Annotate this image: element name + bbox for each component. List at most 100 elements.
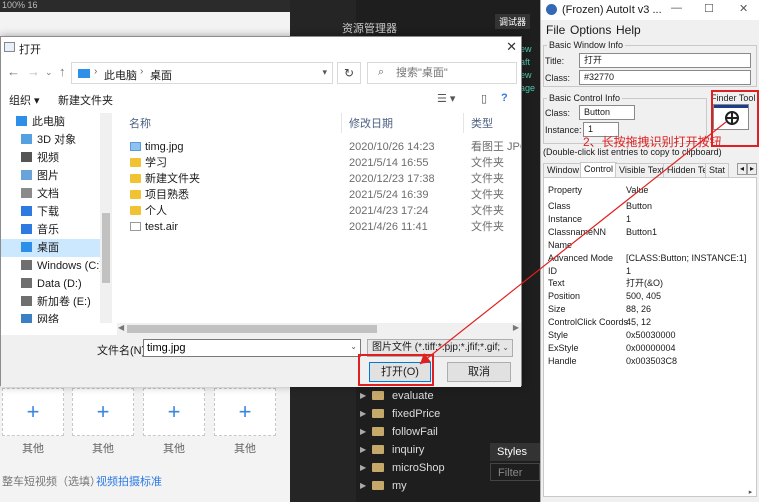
menu-help[interactable]: Help <box>616 23 641 37</box>
scroll-right-icon[interactable]: ▶ <box>513 323 519 332</box>
nav-item[interactable]: Windows (C:) <box>1 257 105 275</box>
filename-input[interactable] <box>147 341 343 355</box>
property-row[interactable]: Class Button <box>544 200 754 213</box>
tree-folder[interactable]: ▶ inquiry <box>360 441 424 459</box>
property-row[interactable]: Name <box>544 239 754 252</box>
hscroll-thumb[interactable] <box>127 325 377 333</box>
nav-scroll-thumb[interactable] <box>102 213 110 283</box>
refresh-button[interactable]: ↻ <box>337 62 361 84</box>
nav-item[interactable]: 视频 <box>1 149 105 167</box>
cancel-button[interactable]: 取消 <box>447 362 511 382</box>
tree-folder[interactable]: ▶ microShop <box>360 459 445 477</box>
tab-stat[interactable]: Stat <box>705 163 730 177</box>
tab-scroller[interactable]: ◂ ▸ <box>737 163 757 175</box>
menu-file[interactable]: File <box>546 23 565 37</box>
list-scroll-right-icon[interactable]: ▸ <box>744 488 756 496</box>
styles-filter-input[interactable]: Filter <box>490 463 540 481</box>
organize-menu[interactable]: 组织 ▾ <box>9 92 40 108</box>
tree-folder[interactable]: ▶ my <box>360 477 407 495</box>
property-header[interactable]: Property <box>548 184 582 197</box>
tree-folder[interactable]: ▶ followFail <box>360 423 438 441</box>
property-row[interactable]: Size 88, 26 <box>544 303 754 316</box>
styles-tab[interactable]: Styles <box>490 443 540 461</box>
class-value-field[interactable]: #32770 <box>579 70 751 85</box>
column-header-date[interactable]: 修改日期 <box>349 115 393 131</box>
back-arrow-icon[interactable]: ← <box>7 64 20 79</box>
chevron-down-icon[interactable]: ▾ <box>322 67 327 78</box>
search-input[interactable] <box>396 65 511 81</box>
nav-item[interactable]: 图片 <box>1 167 105 185</box>
view-options-icon[interactable]: ☰ ▾ <box>437 92 455 105</box>
upload-tile[interactable]: + <box>2 388 64 436</box>
property-row[interactable]: Advanced Mode [CLASS:Button; INSTANCE:1] <box>544 252 754 265</box>
search-box[interactable]: ⌕ <box>367 62 517 84</box>
property-row[interactable]: ClassnameNN Button1 <box>544 226 754 239</box>
tab-left-icon[interactable]: ◂ <box>737 163 747 175</box>
nav-item[interactable]: 网络 <box>1 311 105 323</box>
tree-folder[interactable]: ▶ evaluate <box>360 387 434 405</box>
nav-item[interactable]: 3D 对象 <box>1 131 105 149</box>
menu-options[interactable]: Options <box>570 23 611 37</box>
address-bar[interactable]: › 此电脑 › 桌面 ▾ <box>71 62 333 84</box>
filename-combobox[interactable]: ⌄ <box>143 339 361 357</box>
recent-dropdown-icon[interactable]: ⌄ <box>45 67 53 78</box>
property-row[interactable]: Style 0x50030000 <box>544 329 754 342</box>
nav-item[interactable]: 下载 <box>1 203 105 221</box>
new-folder-button[interactable]: 新建文件夹 <box>58 92 113 108</box>
up-arrow-icon[interactable]: ↑ <box>59 64 66 79</box>
property-row[interactable]: Handle 0x003503C8 <box>544 355 754 368</box>
help-icon[interactable]: ? <box>501 92 508 104</box>
column-header-type[interactable]: 类型 <box>471 115 493 131</box>
column-header-name[interactable]: 名称 <box>129 115 151 131</box>
file-row[interactable]: 个人 2021/4/23 17:24 文件夹 <box>117 203 521 219</box>
title-value-field[interactable]: 打开 <box>579 53 751 68</box>
maximize-icon[interactable]: ☐ <box>704 2 714 15</box>
preview-pane-icon[interactable]: ▯ <box>481 92 487 105</box>
property-row[interactable]: Position 500, 405 <box>544 290 754 303</box>
tab-visible-text[interactable]: Visible Text <box>615 163 669 177</box>
nav-item[interactable]: 新加卷 (E:) <box>1 293 105 311</box>
nav-item[interactable]: 此电脑 <box>1 113 105 131</box>
file-row[interactable]: 项目熟悉 2021/5/24 16:39 文件夹 <box>117 187 521 203</box>
horizontal-scrollbar[interactable]: ◀ ▶ <box>117 323 521 335</box>
nav-item[interactable]: 桌面 <box>1 239 105 257</box>
file-row[interactable]: 新建文件夹 2020/12/23 17:38 文件夹 <box>117 171 521 187</box>
upload-tile[interactable]: + <box>214 388 276 436</box>
nav-item[interactable]: Data (D:) <box>1 275 105 293</box>
property-row[interactable]: ID 1 <box>544 265 754 278</box>
property-row[interactable]: ControlClick Coords 45, 12 <box>544 316 754 329</box>
upload-tile[interactable]: + <box>72 388 134 436</box>
minimize-icon[interactable]: — <box>671 2 682 14</box>
column-divider[interactable] <box>341 113 342 133</box>
control-class-field[interactable]: Button <box>579 105 635 120</box>
close-icon[interactable]: ✕ <box>506 39 517 55</box>
folder-icon <box>372 409 384 418</box>
file-row[interactable]: timg.jpg 2020/10/26 14:23 看图王 JPG 图 <box>117 139 521 155</box>
nav-item[interactable]: 音乐 <box>1 221 105 239</box>
property-row[interactable]: Instance 1 <box>544 213 754 226</box>
tab-right-icon[interactable]: ▸ <box>747 163 757 175</box>
nav-item[interactable]: 文档 <box>1 185 105 203</box>
upload-tile[interactable]: + <box>143 388 205 436</box>
scroll-left-icon[interactable]: ◀ <box>118 323 124 332</box>
tree-folder[interactable]: ▶ fixedPrice <box>360 405 440 423</box>
value-header[interactable]: Value <box>626 184 648 197</box>
column-divider[interactable] <box>463 113 464 133</box>
close-icon[interactable]: ✕ <box>739 2 748 15</box>
file-row[interactable]: test.air 2021/4/26 11:41 文件夹 <box>117 219 521 235</box>
chevron-down-icon[interactable]: ⌄ <box>350 342 357 351</box>
chevron-right-icon: ▶ <box>360 463 367 472</box>
nav-scrollbar[interactable] <box>100 113 112 323</box>
property-row[interactable]: Text 打开(&O) <box>544 277 754 290</box>
property-row[interactable]: ExStyle 0x00000004 <box>544 342 754 355</box>
navigation-pane: 此电脑 3D 对象 视频 图片 文档 下载 音乐 桌面 Windows (C:) Data (D:… <box>1 113 113 323</box>
file-row[interactable]: 学习 2021/5/14 16:55 文件夹 <box>117 155 521 171</box>
tab-window[interactable]: Window <box>543 163 584 177</box>
folder-icon <box>372 481 384 490</box>
breadcrumb-desktop[interactable]: 桌面 <box>150 67 172 83</box>
video-standard-link[interactable]: 视频拍摄标准 <box>96 473 162 489</box>
tab-control[interactable]: Control <box>580 162 618 178</box>
forward-arrow-icon[interactable]: → <box>27 64 40 79</box>
breadcrumb-pc[interactable]: 此电脑 <box>104 67 137 83</box>
editor-tab[interactable]: 调试器 <box>495 14 531 29</box>
